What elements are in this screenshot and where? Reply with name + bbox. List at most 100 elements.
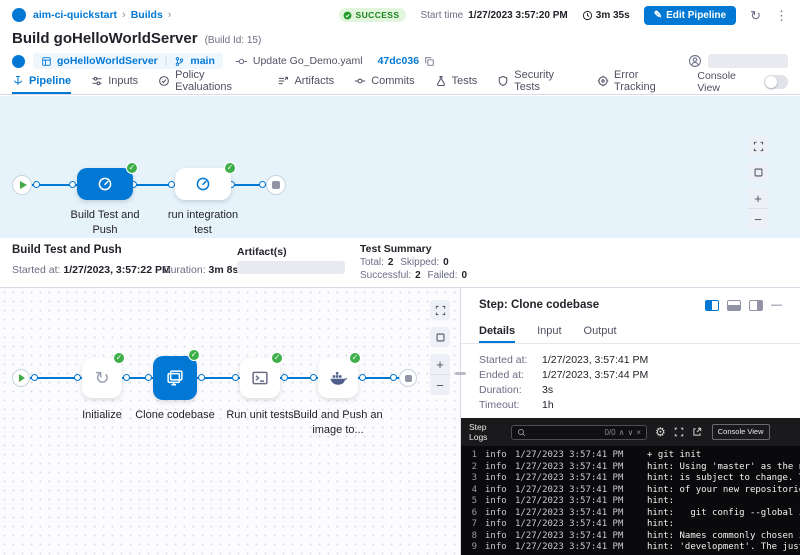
commit-sha-link[interactable]: 47dc036 bbox=[378, 55, 419, 67]
step-panel-title: Step: Clone codebase bbox=[479, 299, 599, 311]
status-text: SUCCESS bbox=[356, 10, 400, 20]
view-split-button[interactable] bbox=[705, 300, 719, 311]
search-prev-button[interactable]: ∧ bbox=[619, 428, 625, 437]
terminal-icon bbox=[250, 368, 270, 388]
zoom-in-button[interactable]: + bbox=[430, 354, 450, 375]
console-view-toggle[interactable] bbox=[764, 75, 788, 89]
pill-divider: | bbox=[165, 56, 168, 67]
graph-port bbox=[123, 374, 130, 381]
view-bottom-button[interactable] bbox=[727, 300, 741, 311]
search-close-button[interactable]: × bbox=[636, 428, 641, 437]
canvas-fit-button[interactable] bbox=[748, 162, 768, 182]
artifact-value-redacted bbox=[237, 261, 345, 274]
success-badge-icon: ✓ bbox=[188, 349, 200, 361]
top-bar: aim-ci-quickstart › Builds › SUCCESS Sta… bbox=[0, 0, 800, 30]
field-timeout: Timeout:1h bbox=[479, 399, 554, 411]
skipped-label: Skipped: bbox=[400, 257, 439, 268]
repo-name[interactable]: goHelloWorldServer bbox=[57, 55, 158, 67]
graph-port bbox=[69, 181, 76, 188]
elapsed-time: 3m 35s bbox=[596, 10, 630, 21]
stage-label[interactable]: run integration test bbox=[160, 208, 246, 238]
panel-resize-handle[interactable] bbox=[455, 372, 466, 375]
started-at-value: 1/27/2023, 3:57:22 PM bbox=[63, 264, 170, 276]
kebab-menu-button[interactable]: ⋮ bbox=[775, 9, 788, 22]
step-label[interactable]: Run unit tests bbox=[220, 408, 300, 423]
view-right-button[interactable] bbox=[749, 300, 763, 311]
search-match-counter: 0/0 bbox=[604, 428, 615, 437]
log-open-external-button[interactable] bbox=[692, 427, 702, 437]
success-badge-icon: ✓ bbox=[271, 352, 283, 364]
canvas-fullscreen-button[interactable] bbox=[748, 136, 768, 156]
graph-port bbox=[168, 181, 175, 188]
started-at-label: Started at: bbox=[12, 264, 60, 276]
tab-policy-evaluations[interactable]: Policy Evaluations bbox=[158, 70, 257, 94]
status-badge: SUCCESS bbox=[339, 8, 407, 22]
step-node-run-unit-tests[interactable] bbox=[240, 358, 280, 398]
tab-details[interactable]: Details bbox=[479, 320, 515, 343]
tab-tests[interactable]: Tests bbox=[435, 70, 478, 94]
fullscreen-icon bbox=[753, 141, 764, 152]
breadcrumb-chevron-icon: › bbox=[168, 9, 172, 21]
tab-inputs[interactable]: Inputs bbox=[91, 70, 138, 94]
stage-label[interactable]: Build Test and Push bbox=[60, 208, 150, 238]
success-badge-icon: ✓ bbox=[113, 352, 125, 364]
artifacts-label: Artifact(s) bbox=[237, 246, 287, 258]
skipped-value: 0 bbox=[443, 257, 449, 268]
stage-node-run-integration-test[interactable] bbox=[175, 168, 231, 200]
pipeline-icon bbox=[12, 75, 24, 87]
step-label[interactable]: Initialize bbox=[62, 408, 142, 423]
trigger-avatar bbox=[12, 55, 25, 68]
canvas-fit-button[interactable] bbox=[430, 327, 450, 347]
tab-error-tracking[interactable]: Error Tracking bbox=[597, 70, 677, 94]
zoom-in-button[interactable]: + bbox=[748, 188, 768, 209]
graph-port bbox=[359, 374, 366, 381]
log-line: 4info1/27/2023 3:57:41 PMhint: of your n… bbox=[461, 485, 800, 497]
refresh-button[interactable]: ↻ bbox=[750, 9, 761, 22]
steps-start-node[interactable] bbox=[12, 369, 30, 387]
breadcrumb-builds[interactable]: Builds bbox=[131, 9, 163, 21]
clock-icon bbox=[582, 10, 593, 21]
branch-name[interactable]: main bbox=[190, 55, 215, 67]
pipeline-start-node[interactable] bbox=[12, 175, 32, 195]
graph-port bbox=[74, 374, 81, 381]
log-body[interactable]: 1info1/27/2023 3:57:41 PM+ git init 2inf… bbox=[461, 446, 800, 554]
codebase-pill[interactable]: goHelloWorldServer | main bbox=[33, 53, 223, 69]
log-fullscreen-button[interactable] bbox=[674, 427, 684, 437]
log-line: 5info1/27/2023 3:57:41 PMhint: bbox=[461, 496, 800, 508]
copy-icon[interactable] bbox=[424, 56, 435, 67]
zoom-out-button[interactable]: − bbox=[748, 209, 768, 229]
step-label[interactable]: Clone codebase bbox=[133, 408, 217, 423]
step-node-clone-codebase[interactable] bbox=[153, 356, 197, 400]
log-settings-button[interactable]: ⚙ bbox=[655, 426, 666, 438]
step-node-initialize[interactable]: ↻ bbox=[82, 358, 122, 398]
console-view-button[interactable]: Console View bbox=[712, 424, 770, 439]
log-search-input[interactable] bbox=[529, 427, 601, 437]
field-ended-at: Ended at:1/27/2023, 3:57:44 PM bbox=[479, 369, 648, 381]
canvas-fullscreen-button[interactable] bbox=[430, 300, 450, 320]
right-view-icon bbox=[757, 301, 762, 310]
edit-pipeline-button[interactable]: ✎ Edit Pipeline bbox=[644, 6, 736, 25]
graph-port bbox=[33, 181, 40, 188]
graph-port bbox=[198, 374, 205, 381]
stage-node-build-test-and-push[interactable] bbox=[77, 168, 133, 200]
search-next-button[interactable]: ∨ bbox=[627, 428, 633, 437]
tab-output[interactable]: Output bbox=[584, 320, 617, 343]
total-value: 2 bbox=[388, 257, 394, 268]
tab-security-tests[interactable]: Security Tests bbox=[497, 70, 577, 94]
breadcrumb-project[interactable]: aim-ci-quickstart bbox=[33, 9, 117, 21]
zoom-out-button[interactable]: − bbox=[430, 375, 450, 395]
tab-artifacts[interactable]: Artifacts bbox=[277, 70, 334, 94]
tab-commits[interactable]: Commits bbox=[354, 70, 414, 94]
minimize-panel-button[interactable]: — bbox=[771, 299, 782, 311]
stop-icon bbox=[405, 375, 412, 382]
step-label[interactable]: Build and Push an image to... bbox=[292, 408, 384, 438]
failed-value: 0 bbox=[462, 270, 468, 281]
log-search-box[interactable]: 0/0 ∧ ∨ × bbox=[511, 425, 647, 440]
success-badge-icon: ✓ bbox=[126, 162, 138, 174]
failed-label: Failed: bbox=[427, 270, 457, 281]
tab-input[interactable]: Input bbox=[537, 320, 561, 343]
graph-port bbox=[145, 374, 152, 381]
graph-port bbox=[390, 374, 397, 381]
step-node-build-and-push[interactable] bbox=[318, 358, 358, 398]
tab-pipeline[interactable]: Pipeline bbox=[12, 70, 71, 94]
